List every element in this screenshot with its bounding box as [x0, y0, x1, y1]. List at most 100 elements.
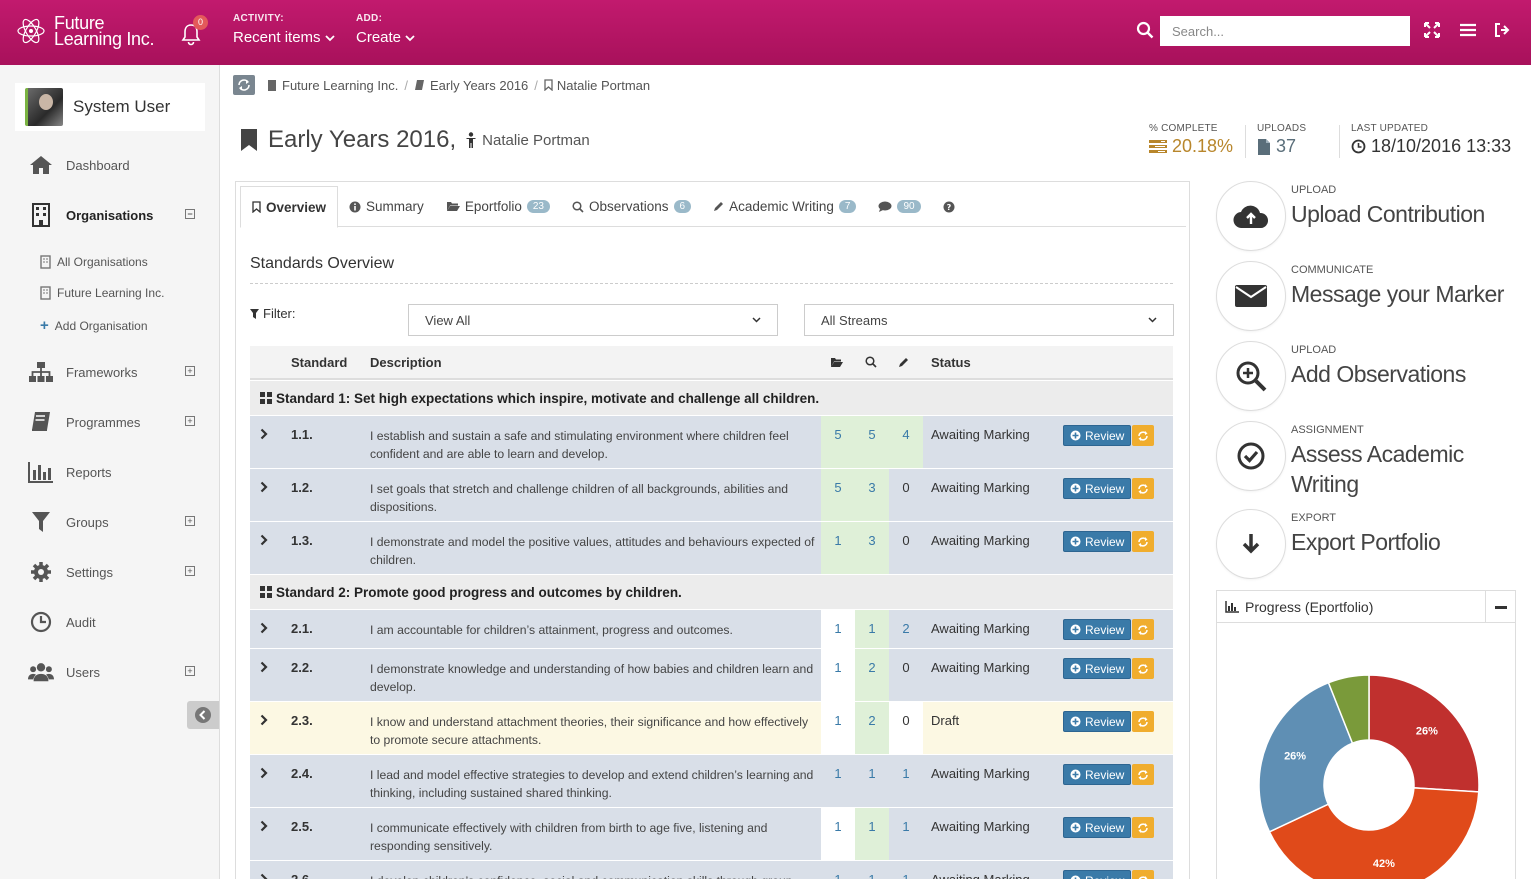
- action-icon-circle[interactable]: [1216, 509, 1286, 579]
- sidebar-subitem-all-organisations[interactable]: All Organisations: [40, 255, 148, 269]
- page-subtitle[interactable]: Natalie Portman: [482, 132, 590, 149]
- breadcrumb-item[interactable]: Future Learning Inc.: [282, 78, 398, 93]
- review-button[interactable]: Review: [1063, 531, 1132, 552]
- app-logo[interactable]: Future Learning Inc.: [16, 14, 154, 48]
- collapse-toggle-icon[interactable]: −: [185, 209, 195, 219]
- expand-toggle-icon[interactable]: +: [185, 366, 195, 376]
- stream-filter-select[interactable]: All Streams: [804, 304, 1174, 336]
- tab-summary[interactable]: Summary: [338, 186, 435, 227]
- table-row[interactable]: 1.3. I demonstrate and model the positive…: [250, 522, 1173, 574]
- action-icon-circle[interactable]: [1216, 341, 1286, 411]
- count-cell[interactable]: 5: [855, 416, 889, 468]
- count-cell[interactable]: 1: [821, 702, 855, 754]
- review-button[interactable]: Review: [1063, 478, 1132, 499]
- action-title[interactable]: Add Observations: [1291, 359, 1521, 389]
- sidebar-subitem-add-organisation[interactable]: + Add Organisation: [40, 317, 148, 334]
- table-row[interactable]: 1.1. I establish and sustain a safe and s…: [250, 416, 1173, 468]
- review-button[interactable]: Review: [1063, 711, 1132, 732]
- expand-toggle-icon[interactable]: +: [185, 516, 195, 526]
- expand-toggle-icon[interactable]: +: [185, 566, 195, 576]
- review-button[interactable]: Review: [1063, 425, 1132, 446]
- count-cell[interactable]: 0: [889, 469, 923, 521]
- chevron-right-icon[interactable]: [260, 534, 268, 546]
- sidebar-item-audit[interactable]: Audit: [28, 609, 203, 635]
- chevron-right-icon[interactable]: [260, 820, 268, 832]
- column-header-standard[interactable]: Standard: [291, 355, 347, 370]
- table-row[interactable]: 2.5. I communicate effectively with child…: [250, 808, 1173, 860]
- tab-help[interactable]: ?: [932, 186, 966, 227]
- chevron-right-icon[interactable]: [260, 714, 268, 726]
- count-cell[interactable]: 1: [821, 755, 855, 807]
- swap-button[interactable]: [1132, 658, 1154, 679]
- sidebar-collapse-button[interactable]: [187, 701, 219, 729]
- search-input[interactable]: [1160, 16, 1410, 46]
- count-cell[interactable]: 1: [821, 808, 855, 860]
- chevron-right-icon[interactable]: [260, 767, 268, 779]
- review-button[interactable]: Review: [1063, 619, 1132, 640]
- count-cell[interactable]: 1: [889, 861, 923, 879]
- swap-button[interactable]: [1132, 870, 1154, 879]
- expand-toggle-icon[interactable]: +: [185, 416, 195, 426]
- add-observations-action[interactable]: UPLOAD Add Observations: [1216, 341, 1516, 413]
- count-cell[interactable]: 1: [889, 755, 923, 807]
- sidebar-item-reports[interactable]: Reports: [28, 459, 203, 485]
- count-cell[interactable]: 1: [821, 649, 855, 701]
- count-cell[interactable]: 1: [889, 808, 923, 860]
- count-cell[interactable]: 0: [889, 522, 923, 574]
- action-icon-circle[interactable]: [1216, 181, 1286, 251]
- upload-contribution-action[interactable]: UPLOAD Upload Contribution: [1216, 181, 1516, 253]
- sidebar-item-dashboard[interactable]: Dashboard: [28, 152, 203, 178]
- tab-observations[interactable]: Observations 6: [561, 186, 702, 227]
- count-cell[interactable]: 1: [855, 808, 889, 860]
- user-profile[interactable]: System User: [15, 83, 205, 131]
- logout-icon[interactable]: [1493, 21, 1511, 39]
- count-cell[interactable]: 3: [855, 522, 889, 574]
- review-button[interactable]: Review: [1063, 870, 1132, 879]
- breadcrumb-item[interactable]: Early Years 2016: [430, 78, 528, 93]
- count-cell[interactable]: 5: [821, 416, 855, 468]
- message-marker-action[interactable]: COMMUNICATE Message your Marker: [1216, 261, 1516, 333]
- column-header-description[interactable]: Description: [370, 355, 442, 370]
- review-button[interactable]: Review: [1063, 817, 1132, 838]
- count-cell[interactable]: 4: [889, 416, 923, 468]
- swap-button[interactable]: [1132, 764, 1154, 785]
- search-icon[interactable]: [1136, 21, 1154, 39]
- count-cell[interactable]: 1: [855, 610, 889, 648]
- count-cell[interactable]: 2: [855, 702, 889, 754]
- table-row[interactable]: 2.3. I know and understand attachment the…: [250, 702, 1173, 754]
- tab-overview[interactable]: Overview: [240, 186, 339, 228]
- sidebar-item-programmes[interactable]: Programmes +: [28, 409, 203, 435]
- chevron-right-icon[interactable]: [260, 622, 268, 634]
- sidebar-item-organisations[interactable]: Organisations −: [28, 202, 203, 228]
- swap-button[interactable]: [1132, 531, 1154, 552]
- activity-menu[interactable]: ACTIVITY: Recent items: [233, 13, 335, 46]
- table-row[interactable]: 1.2. I set goals that stretch and challen…: [250, 469, 1173, 521]
- count-cell[interactable]: 2: [889, 610, 923, 648]
- table-row[interactable]: 2.4. I lead and model effective strategie…: [250, 755, 1173, 807]
- add-menu[interactable]: ADD: Create: [356, 13, 415, 46]
- swap-button[interactable]: [1132, 711, 1154, 732]
- count-cell[interactable]: 2: [855, 649, 889, 701]
- action-title[interactable]: Message your Marker: [1291, 279, 1521, 309]
- minimize-button[interactable]: [1485, 591, 1515, 623]
- review-button[interactable]: Review: [1063, 764, 1132, 785]
- tab-comments[interactable]: 90: [867, 186, 931, 227]
- tab-academic-writing[interactable]: Academic Writing 7: [702, 186, 867, 227]
- count-cell[interactable]: 1: [855, 861, 889, 879]
- table-row[interactable]: 2.6. I develop children’s confidence, soc…: [250, 861, 1173, 879]
- export-portfolio-action[interactable]: EXPORT Export Portfolio: [1216, 509, 1516, 581]
- swap-button[interactable]: [1132, 478, 1154, 499]
- column-header-status[interactable]: Status: [931, 355, 971, 370]
- count-cell[interactable]: 0: [889, 649, 923, 701]
- count-cell[interactable]: 1: [821, 610, 855, 648]
- menu-icon[interactable]: [1459, 21, 1477, 39]
- chevron-right-icon[interactable]: [260, 873, 268, 879]
- chevron-right-icon[interactable]: [260, 661, 268, 673]
- table-row[interactable]: 2.1. I am accountable for children’s atta…: [250, 610, 1173, 648]
- refresh-button[interactable]: [233, 75, 255, 95]
- action-icon-circle[interactable]: [1216, 261, 1286, 331]
- sidebar-item-users[interactable]: Users +: [28, 659, 203, 685]
- tab-eportfolio[interactable]: Eportfolio 23: [435, 186, 561, 227]
- swap-button[interactable]: [1132, 817, 1154, 838]
- swap-button[interactable]: [1132, 425, 1154, 446]
